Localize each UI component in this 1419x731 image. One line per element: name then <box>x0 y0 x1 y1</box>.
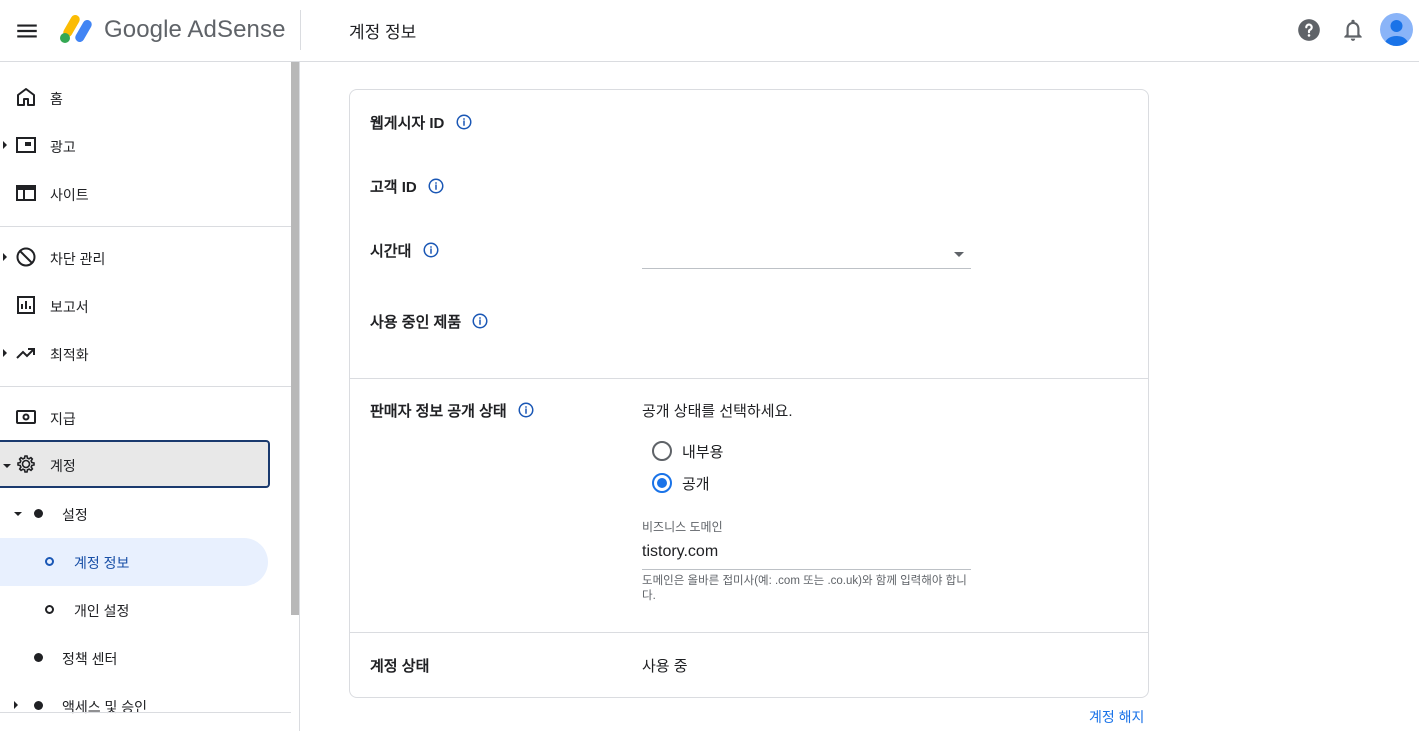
payments-icon <box>16 410 36 424</box>
radio-label: 내부용 <box>682 444 724 461</box>
business-domain-input[interactable]: tistory.com <box>642 538 971 570</box>
trending-icon <box>16 348 35 359</box>
nav-divider <box>0 712 291 713</box>
avatar[interactable] <box>1380 13 1413 46</box>
sidebar-scrollbar[interactable] <box>291 62 299 615</box>
info-icon[interactable] <box>517 401 535 419</box>
sidebar-item-access[interactable]: 액세스 및 승인 <box>0 682 290 730</box>
sidebar-item-sites[interactable]: 사이트 <box>0 170 290 218</box>
bell-icon[interactable] <box>1340 17 1366 43</box>
sidebar-item-label: 차단 관리 <box>50 251 106 267</box>
radio-button[interactable] <box>652 473 672 493</box>
ads-icon <box>16 137 36 153</box>
radio-button[interactable] <box>652 441 672 461</box>
sidebar-item-personal-settings[interactable]: 개인 설정 <box>0 586 290 634</box>
sidebar-item-account[interactable]: 계정 <box>0 440 270 488</box>
timezone-select[interactable] <box>642 236 971 269</box>
chevron-down-icon <box>3 464 11 468</box>
reports-icon <box>17 296 35 314</box>
chevron-right-icon <box>3 141 7 149</box>
page-title: 계정 정보 <box>349 23 417 42</box>
adsense-logo-icon <box>60 15 92 43</box>
bullet-icon <box>34 509 43 518</box>
seller-info-label: 판매자 정보 공개 상태 <box>370 403 507 420</box>
sidebar-item-label: 홈 <box>50 91 63 107</box>
info-icon[interactable] <box>455 113 473 131</box>
section-divider <box>350 632 1148 633</box>
products-label: 사용 중인 제품 <box>370 314 462 331</box>
products-row: 사용 중인 제품 <box>370 311 489 332</box>
chevron-right-icon <box>14 701 18 709</box>
chevron-right-icon <box>3 253 7 261</box>
sidebar-item-label: 사이트 <box>50 187 89 203</box>
chevron-right-icon <box>3 349 7 357</box>
sidebar-item-label: 보고서 <box>50 299 89 315</box>
sidebar-item-account-info[interactable]: 계정 정보 <box>0 538 268 586</box>
nav-divider <box>0 386 291 387</box>
help-icon[interactable] <box>1296 17 1322 43</box>
ring-bullet-icon <box>45 557 54 566</box>
domain-hint-text: 도메인은 올바른 접미사(예: .com 또는 .co.uk)와 함께 입력해야… <box>642 575 967 602</box>
visibility-prompt: 공개 상태를 선택하세요. <box>642 403 793 420</box>
sidebar-item-optimization[interactable]: 최적화 <box>0 330 290 378</box>
sidebar-item-label: 계정 <box>50 458 76 474</box>
sidebar-item-reports[interactable]: 보고서 <box>0 282 290 330</box>
sidebar-item-label: 정책 센터 <box>62 651 118 667</box>
terminate-account-link[interactable]: 계정 해지 <box>1089 707 1144 727</box>
bullet-icon <box>34 653 43 662</box>
account-status-label: 계정 상태 <box>370 658 430 675</box>
ring-bullet-icon <box>45 605 54 614</box>
sidebar-item-ads[interactable]: 광고 <box>0 122 290 170</box>
account-info-card: 웹게시자 ID 고객 ID 시간대 사용 중인 제품 판매자 정보 공개 상태 <box>349 89 1149 698</box>
sidebar-item-home[interactable]: 홈 <box>0 74 290 122</box>
info-icon[interactable] <box>422 241 440 259</box>
sidebar-item-label: 액세스 및 승인 <box>62 699 148 715</box>
chevron-down-icon <box>14 512 22 516</box>
info-icon[interactable] <box>427 177 445 195</box>
top-app-bar: Google AdSense 계정 정보 <box>0 0 1419 62</box>
sidebar-item-label: 지급 <box>50 411 76 427</box>
customer-id-label: 고객 ID <box>370 179 417 196</box>
menu-icon[interactable] <box>14 18 40 44</box>
user-icon <box>1384 20 1409 46</box>
dropdown-arrow-icon <box>954 252 964 257</box>
sidebar-nav: 홈 광고 사이트 차단 관리 보고서 최적화 지급 계정 설정 계정 정보 개인… <box>0 62 300 731</box>
publisher-id-label: 웹게시자 ID <box>370 115 445 132</box>
sidebar-item-label: 광고 <box>50 139 76 155</box>
radio-label: 공개 <box>682 476 710 493</box>
timezone-row: 시간대 <box>370 240 440 261</box>
publisher-id-row: 웹게시자 ID <box>370 112 473 133</box>
sidebar-item-policy-center[interactable]: 정책 센터 <box>0 634 290 682</box>
sidebar-item-settings[interactable]: 설정 <box>0 490 290 538</box>
sidebar-item-payments[interactable]: 지급 <box>0 394 290 442</box>
sidebar-item-label: 최적화 <box>50 347 89 363</box>
timezone-label: 시간대 <box>370 243 412 260</box>
block-icon <box>16 247 36 267</box>
business-domain-label: 비즈니스 도메인 <box>642 520 723 534</box>
sites-icon <box>16 185 36 201</box>
header-divider <box>300 10 301 50</box>
seller-info-row: 판매자 정보 공개 상태 <box>370 400 535 421</box>
sidebar-item-label: 설정 <box>62 507 88 523</box>
brand-name: Google AdSense <box>104 16 286 43</box>
sidebar-item-label: 계정 정보 <box>74 555 130 571</box>
home-icon <box>17 88 35 106</box>
customer-id-row: 고객 ID <box>370 176 445 197</box>
info-icon[interactable] <box>471 312 489 330</box>
sidebar-item-label: 개인 설정 <box>74 603 130 619</box>
gear-icon <box>17 455 35 473</box>
bullet-icon <box>34 701 43 710</box>
nav-divider <box>0 226 291 227</box>
account-status-value: 사용 중 <box>642 658 688 675</box>
section-divider <box>350 378 1148 379</box>
sidebar-item-blocking[interactable]: 차단 관리 <box>0 234 290 282</box>
